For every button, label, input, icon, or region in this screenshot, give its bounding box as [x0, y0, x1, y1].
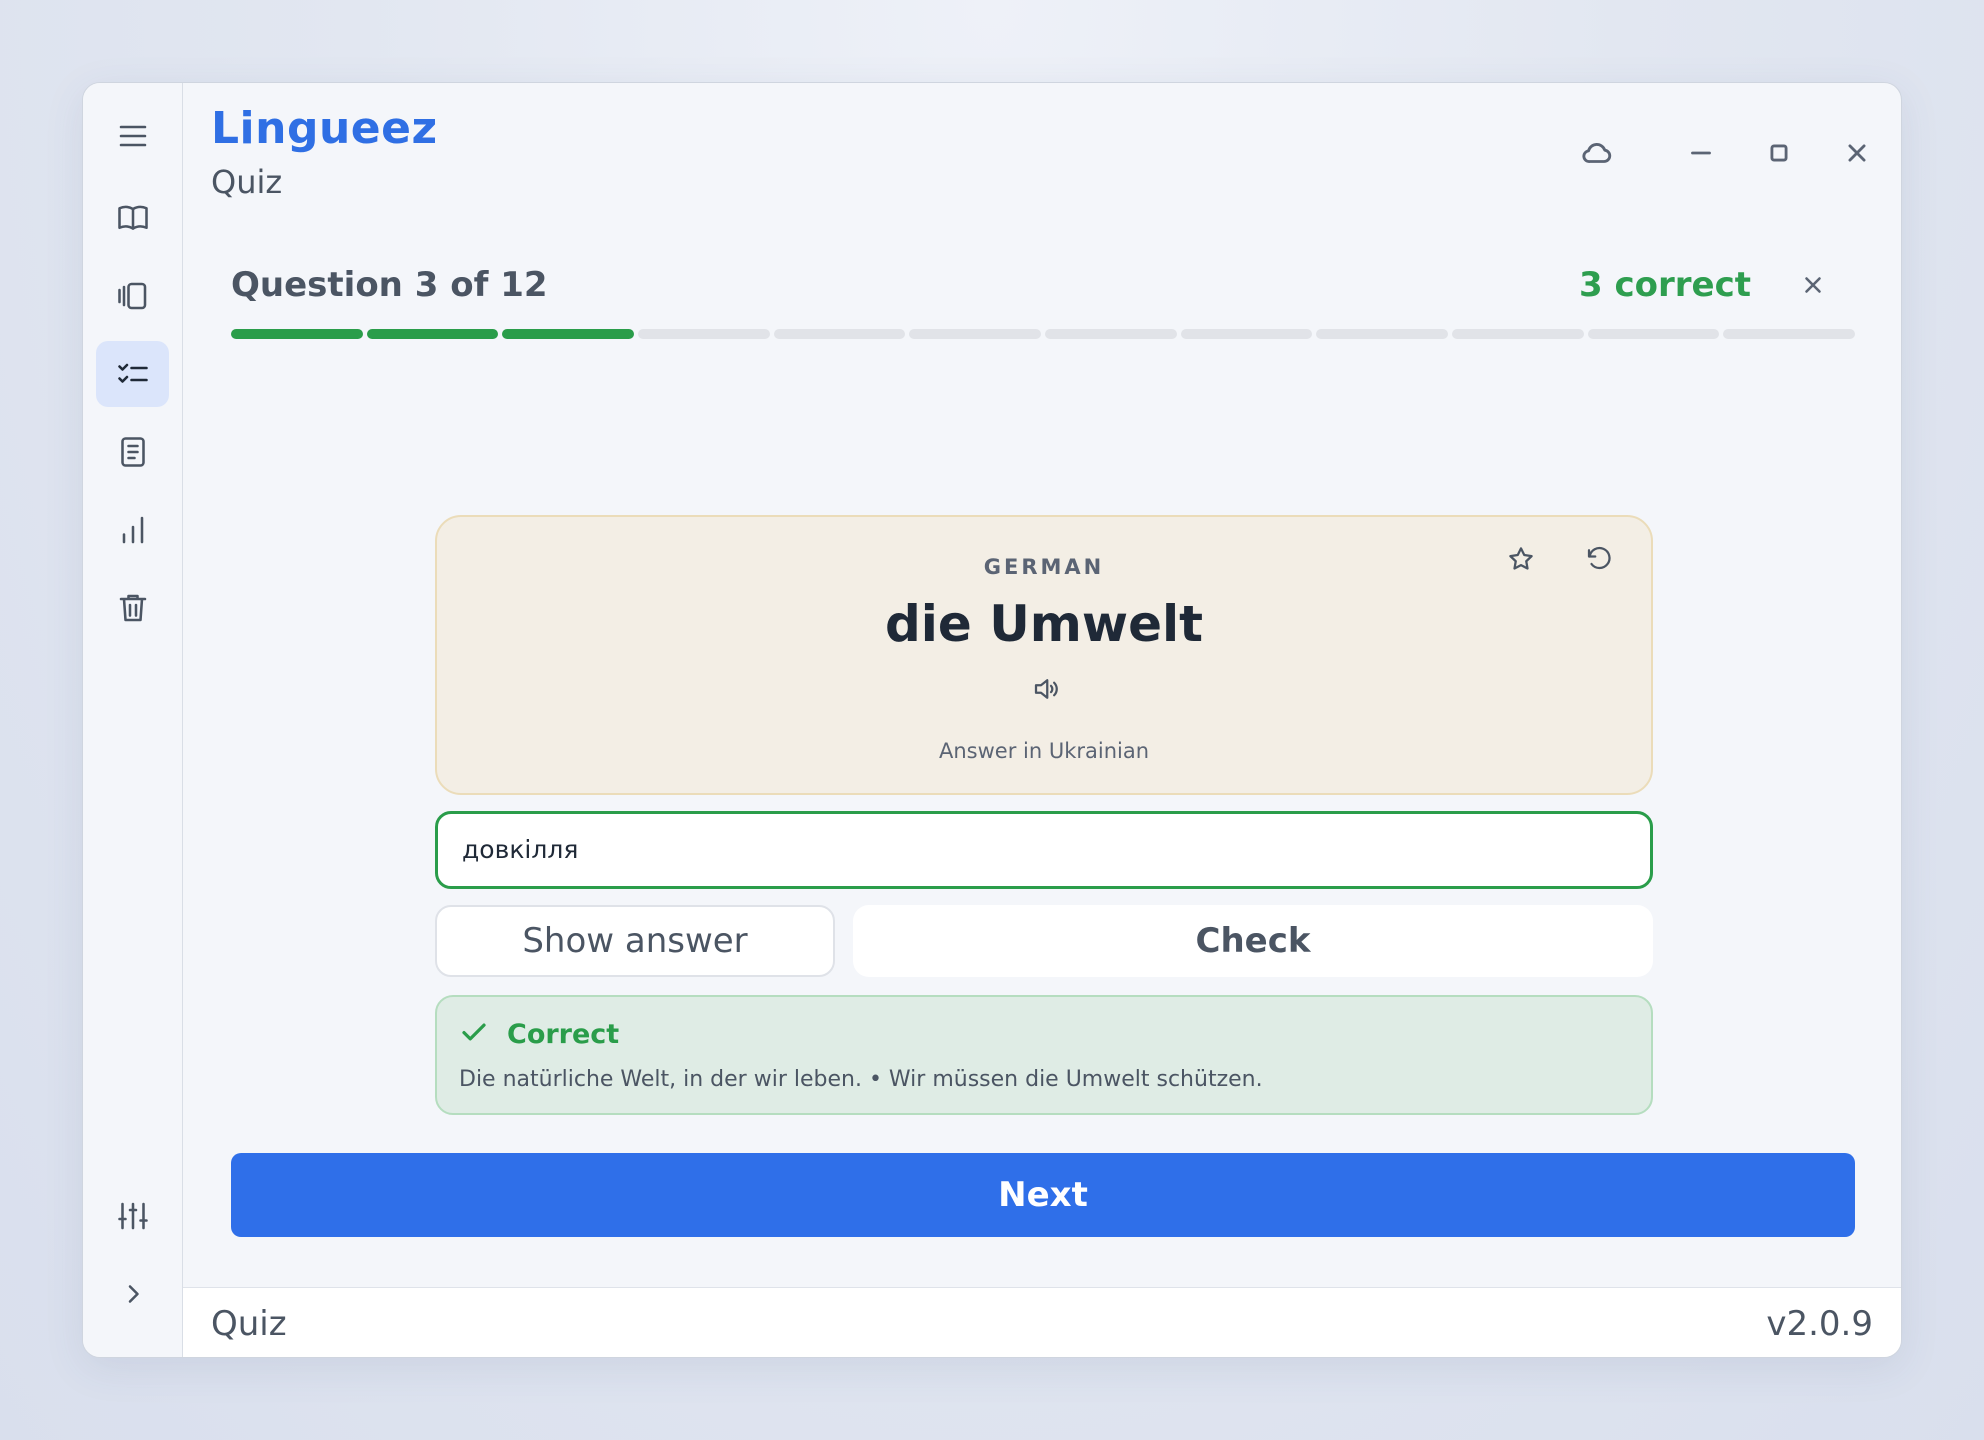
sidebar-item-quiz[interactable]: [96, 341, 169, 407]
flashcard: GERMAN die Umwelt Answer in Ukrainian: [435, 515, 1653, 795]
app-title: Lingueez: [211, 103, 438, 154]
sidebar-item-trash[interactable]: [96, 575, 169, 641]
card-word: die Umwelt: [884, 595, 1204, 653]
menu-button[interactable]: [96, 103, 169, 169]
close-quiz-button[interactable]: [1793, 265, 1833, 305]
feedback-text: Die natürliche Welt, in der wir leben. •…: [459, 1067, 1263, 1092]
minimize-button[interactable]: [1677, 129, 1725, 177]
progress-segment: [231, 329, 363, 339]
sidebar-item-statistics[interactable]: [96, 497, 169, 563]
answer-input[interactable]: довкілля: [435, 811, 1653, 889]
show-answer-button[interactable]: Show answer: [435, 905, 835, 977]
progress-segment: [1587, 329, 1720, 339]
play-audio-button[interactable]: [1024, 667, 1068, 711]
close-icon: [1848, 144, 1866, 162]
sidebar: [83, 83, 183, 1357]
bar-chart-icon: [122, 516, 143, 544]
sidebar-item-dictionary[interactable]: [96, 185, 169, 251]
version-label: v2.0.9: [1766, 1304, 1873, 1344]
close-window-button[interactable]: [1833, 129, 1881, 177]
document-icon: [120, 437, 145, 467]
trash-icon: [119, 594, 146, 622]
check-button[interactable]: Check: [853, 905, 1653, 977]
answer-language-hint: Answer in Ukrainian: [938, 739, 1150, 763]
main-content: Lingueez Quiz Question 3 of 12 3 correct…: [183, 83, 1901, 1357]
feedback-title: Correct: [507, 1019, 620, 1050]
status-bar: Quiz v2.0.9: [183, 1287, 1901, 1357]
progress-segment: [1316, 329, 1449, 339]
sync-button[interactable]: [1573, 129, 1621, 177]
question-counter: Question 3 of 12: [231, 265, 548, 305]
app-window: Lingueez Quiz Question 3 of 12 3 correct…: [82, 82, 1902, 1358]
quiz-progress-bar: [231, 329, 1856, 339]
progress-segment: [638, 329, 770, 339]
sidebar-item-settings[interactable]: [96, 1183, 169, 1249]
undo-icon: [1587, 546, 1611, 570]
progress-segment: [1723, 329, 1856, 339]
progress-segment: [1180, 329, 1313, 339]
sidebar-item-notes[interactable]: [96, 419, 169, 485]
sliders-icon: [117, 1202, 148, 1230]
progress-segment: [502, 329, 635, 339]
page-title: Quiz: [211, 163, 283, 201]
sidebar-item-flashcards[interactable]: [96, 263, 169, 329]
favorite-button[interactable]: [1499, 537, 1543, 581]
chevron-right-icon: [128, 1285, 139, 1303]
maximize-icon: [1770, 144, 1788, 162]
progress-segment: [909, 329, 1042, 339]
sidebar-expand-button[interactable]: [96, 1261, 169, 1327]
close-icon: [1805, 277, 1821, 293]
cloud-icon: [1582, 143, 1612, 163]
checkmark-icon: [459, 1017, 493, 1051]
minimize-icon: [1691, 151, 1711, 155]
progress-segment: [773, 329, 906, 339]
progress-segment: [366, 329, 499, 339]
reset-card-button[interactable]: [1577, 537, 1621, 581]
card-language-label: GERMAN: [983, 555, 1105, 579]
menu-icon: [119, 125, 146, 147]
correct-count: 3 correct: [1578, 265, 1751, 305]
book-icon: [117, 205, 148, 230]
progress-segment: [1045, 329, 1177, 339]
star-icon: [1509, 547, 1533, 570]
checklist-icon: [117, 363, 148, 383]
status-page-label: Quiz: [211, 1304, 287, 1344]
cards-icon: [117, 282, 146, 310]
feedback-panel: Correct Die natürliche Welt, in der wir …: [435, 995, 1653, 1115]
progress-segment: [1452, 329, 1584, 339]
maximize-button[interactable]: [1755, 129, 1803, 177]
next-button[interactable]: Next: [231, 1153, 1855, 1237]
speaker-icon: [1034, 679, 1058, 699]
